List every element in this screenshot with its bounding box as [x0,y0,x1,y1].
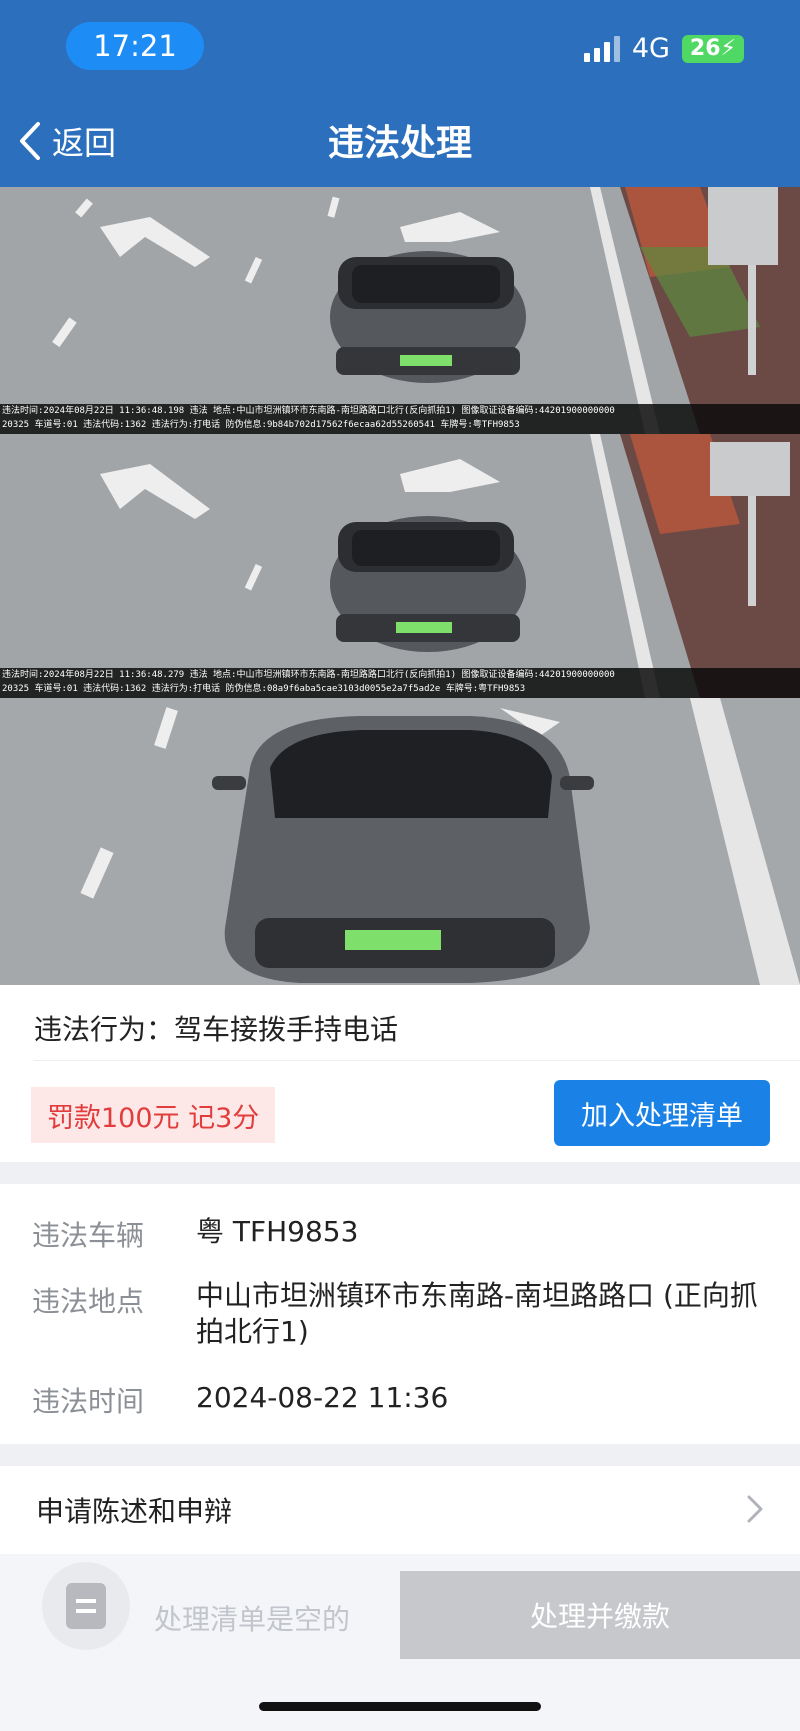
road-scene-image [0,187,800,434]
location-label: 违法地点 [32,1285,145,1318]
road-scene-image [0,434,800,698]
appeal-label[interactable]: 申请陈述和申辩 [36,1490,232,1530]
status-indicators: 4G 26 ⚡ [583,33,744,64]
signal-icon [583,35,620,62]
photo-caption-2: 违法时间:2024年08月22日 11:36:48.279 违法 地点:中山市坦… [0,668,800,698]
battery-charging-icon: 26 ⚡ [681,34,744,63]
violation-behavior: 违法行为：驾车接拨手持电话 [34,1013,399,1046]
penalty-badge: 罚款100元 记3分 [31,1087,276,1143]
battery-level: 26 [689,36,721,61]
status-time: 17:21 [66,22,204,70]
network-type: 4G [631,33,670,64]
chevron-right-icon [747,1495,763,1523]
app-header: 17:21 4G 26 ⚡ 返回 违法处理 [0,0,800,187]
process-and-pay-button[interactable]: 处理并缴款 [400,1571,800,1659]
home-indicator[interactable] [259,1702,541,1711]
list-icon[interactable] [42,1562,130,1650]
photo-caption-1: 违法时间:2024年08月22日 11:36:48.198 违法 地点:中山市坦… [0,404,800,434]
time-label: 违法时间 [32,1385,145,1418]
divider [34,1060,800,1061]
time-value: 2024-08-22 11:36 [196,1381,449,1414]
evidence-photo-3[interactable] [0,698,800,985]
vehicle-value: 粤 TFH9853 [196,1215,359,1248]
vehicle-label: 违法车辆 [32,1219,145,1252]
evidence-photo-1[interactable]: 违法时间:2024年08月22日 11:36:48.198 违法 地点:中山市坦… [0,187,800,434]
document-icon [66,1583,106,1629]
page-title: 违法处理 [327,123,472,164]
location-value: 中山市坦洲镇环市东南路-南坦路路口 (正向抓拍北行1) [196,1279,758,1348]
car-closeup-image [0,698,800,985]
evidence-photos[interactable]: 违法时间:2024年08月22日 11:36:48.198 违法 地点:中山市坦… [0,187,800,985]
add-to-list-button[interactable]: 加入处理清单 [554,1080,770,1146]
empty-list-text: 处理清单是空的 [154,1603,351,1636]
evidence-photo-2[interactable]: 违法时间:2024年08月22日 11:36:48.279 违法 地点:中山市坦… [0,434,800,698]
